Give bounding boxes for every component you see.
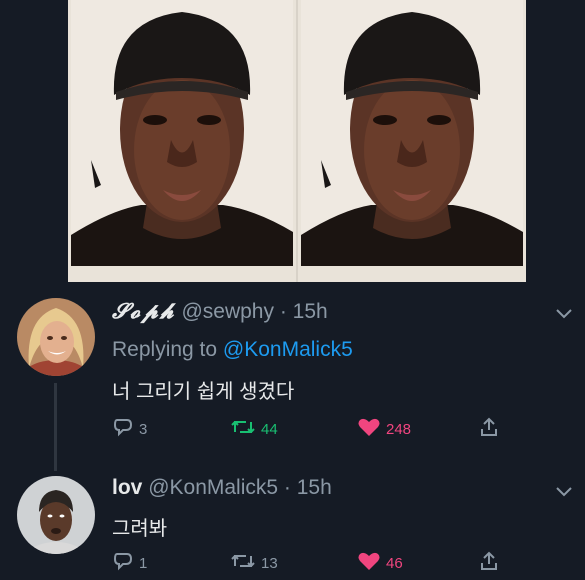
tweet-text: 너 그리기 쉽게 생겼다 — [112, 381, 295, 403]
share-icon — [478, 550, 500, 576]
like-button[interactable]: 248 — [357, 414, 411, 444]
tweet-text: 그려봐 — [112, 518, 168, 540]
timestamp[interactable]: 15h — [293, 300, 328, 323]
handle[interactable]: @sewphy — [181, 300, 274, 323]
reply-icon — [112, 416, 134, 442]
retweet-button[interactable]: 44 — [230, 414, 278, 444]
reply-button[interactable]: 1 — [112, 548, 147, 578]
like-button[interactable]: 46 — [357, 548, 403, 578]
share-button[interactable] — [478, 414, 500, 444]
separator: · — [283, 476, 291, 499]
retweet-button[interactable]: 13 — [230, 548, 278, 578]
tweet-konmalick5[interactable]: lov @KonMalick5 · 15h 그려봐 1 13 46 — [0, 468, 585, 580]
reply-icon — [112, 550, 134, 576]
retweet-count: 13 — [261, 554, 278, 572]
heart-icon — [357, 416, 381, 442]
share-icon — [478, 416, 500, 442]
chevron-down-icon[interactable] — [553, 480, 575, 502]
avatar[interactable] — [17, 298, 95, 376]
tweet-sewphy[interactable]: 𝓢𝓸𝓹𝓱 @sewphy · 15h Replying to @KonMalic… — [0, 282, 585, 468]
mention-link[interactable]: @KonMalick5 — [223, 338, 353, 361]
reply-count: 3 — [139, 420, 148, 438]
action-bar: 1 13 46 — [112, 548, 512, 578]
retweet-icon — [230, 416, 256, 442]
reply-count: 1 — [139, 554, 148, 572]
share-button[interactable] — [478, 548, 500, 578]
like-count: 46 — [386, 554, 403, 572]
portrait-left — [71, 0, 293, 266]
display-name[interactable]: lov — [112, 476, 142, 499]
like-count: 248 — [386, 420, 412, 438]
heart-icon — [357, 550, 381, 576]
handle[interactable]: @KonMalick5 — [148, 476, 278, 499]
replying-to: Replying to @KonMalick5 — [112, 338, 353, 362]
tweet-header: lov @KonMalick5 · 15h — [112, 476, 332, 500]
retweet-icon — [230, 550, 256, 576]
reply-button[interactable]: 3 — [112, 414, 147, 444]
avatar[interactable] — [17, 476, 95, 554]
replying-prefix: Replying to — [112, 338, 218, 361]
chevron-down-icon[interactable] — [553, 302, 575, 324]
retweet-count: 44 — [261, 420, 278, 438]
portrait-right — [301, 0, 523, 266]
display-name[interactable]: 𝓢𝓸𝓹𝓱 — [112, 298, 176, 323]
timestamp[interactable]: 15h — [297, 476, 332, 499]
tweet-header: 𝓢𝓸𝓹𝓱 @sewphy · 15h — [112, 298, 328, 324]
separator: · — [279, 300, 287, 323]
photo-divider — [296, 0, 298, 282]
embedded-photo[interactable] — [68, 0, 526, 282]
action-bar: 3 44 248 — [112, 414, 512, 444]
